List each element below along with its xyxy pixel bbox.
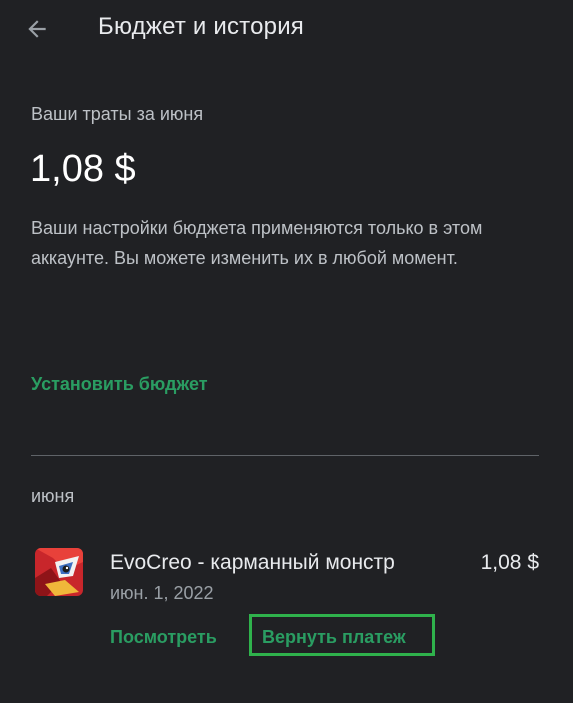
- page-title: Бюджет и история: [98, 13, 304, 40]
- refund-button[interactable]: Вернуть платеж: [262, 627, 406, 648]
- budget-note: Ваши настройки бюджета применяются тольк…: [31, 218, 483, 268]
- app-name: EvoCreo - карманный монстр: [110, 551, 395, 574]
- spent-label: Ваши траты за июня: [31, 104, 204, 124]
- spent-amount: 1,08 $: [30, 148, 136, 190]
- evocreo-app-icon: [35, 548, 83, 596]
- budget-history-screen: Бюджет и история Ваши траты за июня 1,08…: [0, 0, 573, 703]
- top-app-bar: Бюджет и история: [0, 0, 573, 58]
- month-header: июня: [31, 486, 75, 506]
- purchase-price: 1,08 $: [480, 551, 539, 574]
- purchase-date: июн. 1, 2022: [110, 583, 214, 603]
- back-arrow-icon: [28, 20, 46, 38]
- set-budget-button[interactable]: Установить бюджет: [31, 374, 208, 395]
- view-button[interactable]: Посмотреть: [110, 627, 217, 648]
- divider: [31, 455, 539, 456]
- back-button[interactable]: [20, 12, 54, 46]
